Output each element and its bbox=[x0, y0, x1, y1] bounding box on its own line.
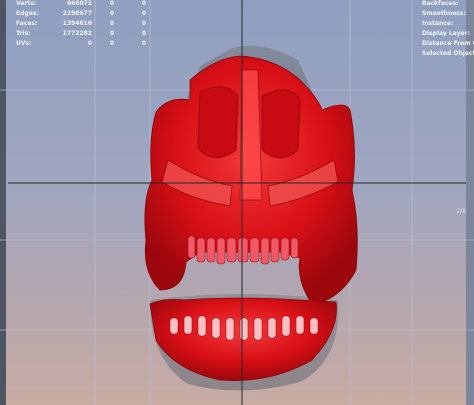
hud-object-details: Backfaces: Smoothness: Instance: Display… bbox=[422, 0, 474, 63]
skull-mesh bbox=[144, 55, 358, 305]
viewport-side-text: 2/8 bbox=[456, 208, 466, 215]
3d-viewport[interactable]: Verts: 666072 0 0 Edges: 2298677 0 0 Fac… bbox=[0, 0, 474, 405]
upper-teeth bbox=[187, 235, 299, 265]
hud-instance: Instance: bbox=[422, 20, 454, 27]
hud-backfaces: Backfaces: bbox=[422, 0, 459, 7]
hud-smoothness: Smoothness: bbox=[422, 10, 466, 17]
hud-poly-count: Verts: 666072 0 0 Edges: 2298677 0 0 Fac… bbox=[16, 0, 146, 47]
hud-selected-objects: Selected Objects: bbox=[422, 50, 474, 57]
scene-render[interactable] bbox=[0, 0, 474, 405]
hud-display-layer: Display Layer: bbox=[422, 30, 470, 37]
hud-distance-from-camera: Distance From Ca bbox=[422, 40, 474, 47]
